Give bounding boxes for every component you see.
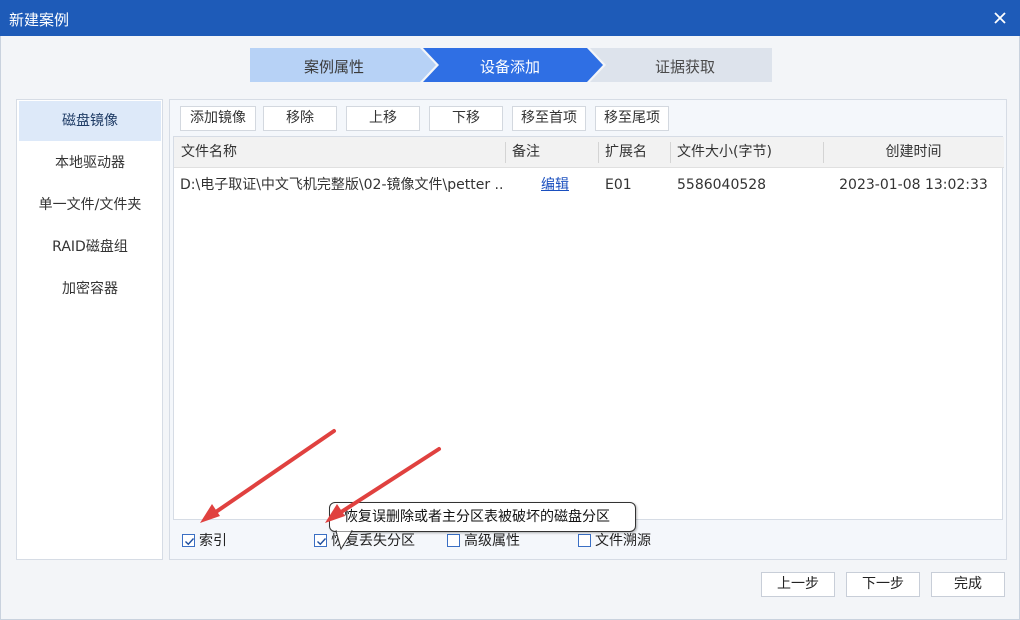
advanced-properties-option[interactable]: 高级属性	[447, 532, 547, 550]
index-checkbox[interactable]	[182, 534, 195, 547]
edit-note-link[interactable]: 编辑	[512, 170, 598, 200]
sidebar-item-disk-image[interactable]: 磁盘镜像	[19, 101, 161, 141]
step-device-add: 设备添加	[479, 58, 540, 76]
table-header: 文件名称 备注 扩展名 文件大小(字节) 创建时间	[174, 137, 1004, 168]
window-title: 新建案例	[9, 11, 70, 29]
dialog-body: 案例属性 设备添加 证据获取 磁盘镜像 本地驱动器 单一文件/文件夹 RAID磁…	[0, 36, 1020, 620]
move-first-button[interactable]: 移至首项	[512, 106, 586, 131]
recover-partition-checkbox[interactable]	[314, 534, 327, 547]
image-table: 文件名称 备注 扩展名 文件大小(字节) 创建时间 D:\电子取证\中文飞机完整…	[173, 136, 1004, 520]
wizard-steps: 案例属性 设备添加 证据获取	[250, 48, 772, 82]
column-created-time[interactable]: 创建时间	[823, 137, 1004, 168]
move-up-button[interactable]: 上移	[346, 106, 420, 131]
advanced-properties-label: 高级属性	[464, 533, 520, 549]
move-down-button[interactable]: 下移	[429, 106, 503, 131]
recover-partition-option[interactable]: 恢复丢失分区	[314, 532, 434, 550]
column-extension[interactable]: 扩展名	[605, 137, 647, 168]
file-trace-option[interactable]: 文件溯源	[578, 532, 678, 550]
cell-file-size: 5586040528	[677, 177, 767, 193]
file-trace-checkbox[interactable]	[578, 534, 591, 547]
main-panel: 添加镜像 移除 上移 下移 移至首项 移至尾项 文件名称 备注 扩展名 文件大小…	[169, 99, 1007, 560]
sidebar-item-raid[interactable]: RAID磁盘组	[19, 227, 161, 267]
cell-extension: E01	[605, 177, 632, 193]
step-evidence-acquisition: 证据获取	[654, 58, 715, 76]
column-file-size[interactable]: 文件大小(字节)	[677, 137, 772, 168]
close-icon[interactable]	[988, 6, 1012, 30]
cell-created-time: 2023-01-08 13:02:33	[839, 177, 988, 193]
title-bar: 新建案例	[0, 0, 1020, 36]
index-option[interactable]: 索引	[182, 532, 252, 550]
recover-partition-tooltip: 恢复误删除或者主分区表被破坏的磁盘分区	[329, 502, 636, 532]
step-case-properties: 案例属性	[303, 58, 364, 76]
index-label: 索引	[199, 533, 227, 549]
column-file-name[interactable]: 文件名称	[181, 137, 237, 168]
cell-file-name: D:\电子取证\中文飞机完整版\02-镜像文件\petter ...	[180, 177, 502, 193]
column-note[interactable]: 备注	[512, 137, 540, 168]
sidebar-item-local-drive[interactable]: 本地驱动器	[19, 143, 161, 183]
sidebar-item-encrypted-container[interactable]: 加密容器	[19, 269, 161, 309]
advanced-properties-checkbox[interactable]	[447, 534, 460, 547]
file-trace-label: 文件溯源	[595, 533, 651, 549]
recover-partition-label: 恢复丢失分区	[331, 533, 415, 549]
move-last-button[interactable]: 移至尾项	[595, 106, 669, 131]
remove-button[interactable]: 移除	[263, 106, 337, 131]
device-type-sidebar: 磁盘镜像 本地驱动器 单一文件/文件夹 RAID磁盘组 加密容器	[16, 99, 163, 560]
next-button[interactable]: 下一步	[846, 572, 920, 597]
previous-button[interactable]: 上一步	[761, 572, 835, 597]
sidebar-item-single-file[interactable]: 单一文件/文件夹	[19, 185, 161, 225]
add-image-button[interactable]: 添加镜像	[180, 106, 256, 131]
finish-button[interactable]: 完成	[931, 572, 1005, 597]
